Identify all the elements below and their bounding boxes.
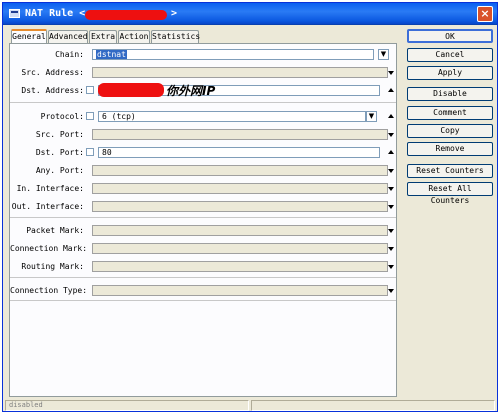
disable-button[interactable]: Disable	[407, 87, 493, 101]
src-address-expand-icon[interactable]	[388, 71, 394, 75]
section-divider	[10, 217, 396, 218]
protocol-value: 6 (tcp)	[102, 112, 136, 121]
packet-mark-field[interactable]	[92, 225, 388, 236]
dst-port-field[interactable]: 80	[98, 147, 380, 158]
general-panel: Chain: dstnat ▼ Src. Address: Dst. Addre…	[9, 43, 397, 397]
in-interface-expand-icon[interactable]	[388, 187, 394, 191]
reset-all-counters-button[interactable]: Reset All Counters	[407, 182, 493, 205]
in-interface-label: In. Interface:	[16, 184, 84, 193]
connection-type-expand-icon[interactable]	[388, 289, 394, 293]
copy-button[interactable]: Copy	[407, 124, 493, 138]
protocol-dropdown-icon[interactable]: ▼	[366, 111, 377, 122]
tab-action[interactable]: Action	[118, 30, 150, 43]
src-address-field[interactable]	[92, 67, 388, 78]
protocol-not-checkbox[interactable]	[86, 112, 94, 120]
connection-type-label: Connection Type:	[10, 286, 88, 295]
remove-button[interactable]: Remove	[407, 142, 493, 156]
cancel-button[interactable]: Cancel	[407, 48, 493, 62]
connection-mark-label: Connection Mark:	[10, 244, 88, 253]
protocol-collapse-icon[interactable]	[388, 114, 394, 118]
dst-address-redaction	[98, 83, 164, 97]
dst-address-annotation: 你外网IP	[166, 84, 216, 98]
title-bar[interactable]: NAT Rule < > ×	[3, 3, 497, 25]
out-interface-field[interactable]	[92, 201, 388, 212]
status-state: disabled	[5, 400, 249, 411]
dst-address-label: Dst. Address:	[21, 86, 84, 95]
connection-type-field[interactable]	[92, 285, 388, 296]
apply-button[interactable]: Apply	[407, 66, 493, 80]
reset-counters-button[interactable]: Reset Counters	[407, 164, 493, 178]
dst-address-collapse-icon[interactable]	[388, 88, 394, 92]
routing-mark-field[interactable]	[92, 261, 388, 272]
dst-port-not-checkbox[interactable]	[86, 148, 94, 156]
close-icon[interactable]: ×	[477, 6, 493, 22]
out-interface-expand-icon[interactable]	[388, 205, 394, 209]
src-port-expand-icon[interactable]	[388, 133, 394, 137]
window-title-suffix: >	[171, 8, 178, 19]
status-bar: disabled	[5, 400, 495, 411]
chain-value: dstnat	[96, 50, 127, 59]
window-icon	[9, 9, 20, 18]
dst-address-not-checkbox[interactable]	[86, 86, 94, 94]
any-port-label: Any. Port:	[35, 166, 84, 175]
chain-dropdown-icon[interactable]: ▼	[378, 49, 389, 60]
any-port-expand-icon[interactable]	[388, 169, 394, 173]
nat-rule-window: NAT Rule < > × General Advanced Extra Ac…	[2, 2, 498, 412]
chain-label: Chain:	[55, 50, 84, 59]
src-port-field[interactable]	[92, 129, 388, 140]
chain-field[interactable]: dstnat	[92, 49, 374, 60]
dst-port-collapse-icon[interactable]	[388, 150, 394, 154]
src-port-label: Src. Port:	[35, 130, 84, 139]
packet-mark-label: Packet Mark:	[26, 226, 84, 235]
section-divider	[10, 102, 396, 103]
connection-mark-expand-icon[interactable]	[388, 247, 394, 251]
comment-button[interactable]: Comment	[407, 106, 493, 120]
routing-mark-expand-icon[interactable]	[388, 265, 394, 269]
routing-mark-label: Routing Mark:	[21, 262, 84, 271]
src-address-label: Src. Address:	[21, 68, 84, 77]
status-secondary	[251, 400, 495, 411]
dst-port-value: 80	[102, 148, 112, 157]
tab-general[interactable]: General	[11, 29, 47, 43]
dst-port-label: Dst. Port:	[35, 148, 84, 157]
section-divider	[10, 300, 396, 301]
out-interface-label: Out. Interface:	[11, 202, 84, 211]
section-divider	[10, 277, 396, 278]
protocol-field[interactable]: 6 (tcp)	[98, 111, 366, 122]
connection-mark-field[interactable]	[92, 243, 388, 254]
protocol-label: Protocol:	[40, 112, 84, 121]
window-title: NAT Rule <	[25, 8, 86, 19]
in-interface-field[interactable]	[92, 183, 388, 194]
ok-button[interactable]: OK	[407, 29, 493, 43]
tab-extra[interactable]: Extra	[89, 30, 117, 43]
tab-statistics[interactable]: Statistics	[151, 30, 200, 43]
title-redaction	[85, 10, 167, 20]
packet-mark-expand-icon[interactable]	[388, 229, 394, 233]
tab-advanced[interactable]: Advanced	[48, 30, 88, 43]
any-port-field[interactable]	[92, 165, 388, 176]
